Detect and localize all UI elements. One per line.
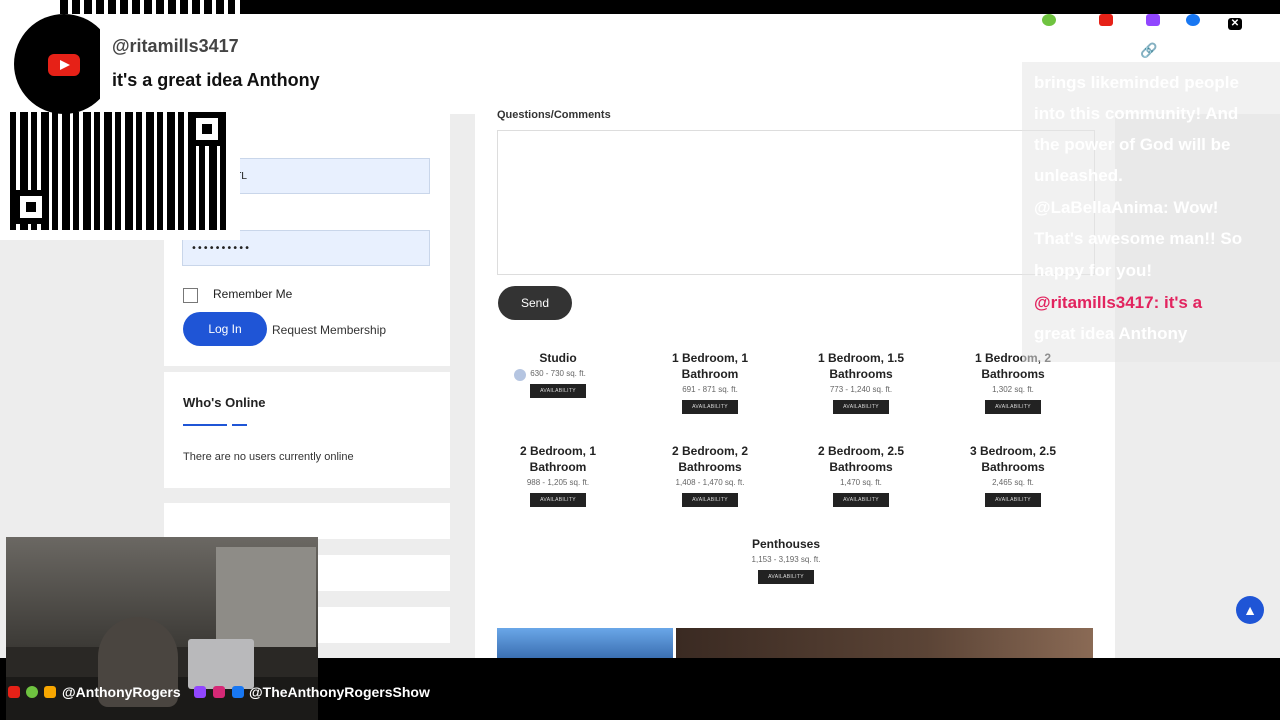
twitch-stat: 1 bbox=[1146, 12, 1171, 28]
unit-size: 773 - 1,240 sq. ft. bbox=[829, 385, 893, 394]
youtube-stat: 2 bbox=[1099, 12, 1124, 28]
unit-size: 2,465 sq. ft. bbox=[992, 478, 1034, 487]
availability-button[interactable]: AVAILABILITY bbox=[758, 570, 814, 584]
chat-line: into this community! And bbox=[1034, 104, 1239, 123]
title-underline-accent bbox=[232, 424, 247, 426]
chat-line: @LaBellaAnima: Wow! bbox=[1034, 198, 1219, 217]
chat-line: great idea Anthony bbox=[1034, 324, 1188, 343]
whos-online-title: Who's Online bbox=[183, 395, 266, 410]
unit-penthouses: Penthouses 1,153 - 3,193 sq. ft. AVAILAB… bbox=[711, 536, 861, 584]
send-button[interactable]: Send bbox=[498, 286, 572, 320]
handle-right: @TheAnthonyRogersShow bbox=[249, 684, 430, 700]
availability-button[interactable]: AVAILABILITY bbox=[985, 400, 1041, 414]
rumble-icon bbox=[1042, 14, 1056, 26]
twitch-icon bbox=[1146, 14, 1160, 26]
whos-online-text: There are no users currently online bbox=[183, 451, 354, 463]
facebook-stat: 1 bbox=[1186, 12, 1211, 28]
availability-button[interactable]: AVAILABILITY bbox=[682, 493, 738, 507]
mouse-cursor bbox=[514, 369, 526, 381]
rumble-stat: 64 bbox=[1042, 12, 1075, 28]
unit-size: 1,302 sq. ft. bbox=[992, 385, 1034, 394]
unit-name: 2 Bedroom, 2 Bathrooms bbox=[671, 444, 749, 474]
unit-name: Penthouses bbox=[751, 537, 820, 551]
unit-1bed-1-5bath: 1 Bedroom, 1.5 Bathrooms 773 - 1,240 sq.… bbox=[786, 350, 936, 414]
laptop bbox=[188, 639, 254, 689]
chat-line: happy for you! bbox=[1034, 261, 1153, 280]
title-underline bbox=[183, 424, 227, 426]
unit-size: 1,153 - 3,193 sq. ft. bbox=[751, 555, 821, 564]
unit-2bed-1bath: 2 Bedroom, 1 Bathroom 988 - 1,205 sq. ft… bbox=[483, 443, 633, 507]
twitch-icon bbox=[194, 686, 206, 698]
chat-line: brings likeminded people bbox=[1034, 73, 1239, 92]
kick-icon bbox=[44, 686, 56, 698]
questions-textarea[interactable] bbox=[497, 130, 1095, 275]
unit-size: 1,408 - 1,470 sq. ft. bbox=[675, 478, 745, 487]
unit-size: 1,470 sq. ft. bbox=[840, 478, 882, 487]
building-photo bbox=[497, 628, 673, 658]
availability-button[interactable]: AVAILABILITY bbox=[985, 493, 1041, 507]
chat-line-highlight: @ritamills3417: it's a bbox=[1034, 293, 1203, 312]
unit-name: Studio bbox=[539, 351, 577, 365]
instagram-icon bbox=[213, 686, 225, 698]
unit-2bed-2-5bath: 2 Bedroom, 2.5 Bathrooms 1,470 sq. ft. A… bbox=[786, 443, 936, 507]
request-membership-link[interactable]: Request Membership bbox=[272, 323, 386, 337]
chat-popup-username: @ritamills3417 bbox=[112, 36, 239, 56]
unit-name: 1 Bedroom, 1.5 Bathrooms bbox=[817, 351, 905, 381]
link-stat: 🔗 0 bbox=[1140, 42, 1170, 58]
questions-label: Questions/Comments bbox=[497, 109, 611, 121]
unit-studio: Studio 630 - 730 sq. ft. AVAILABILITY bbox=[483, 350, 633, 398]
chat-line: the power of God will be bbox=[1034, 135, 1231, 154]
youtube-icon bbox=[1099, 14, 1113, 26]
unit-size: 988 - 1,205 sq. ft. bbox=[526, 478, 590, 487]
remember-me-checkbox[interactable] bbox=[183, 288, 198, 303]
unit-size: 630 - 730 sq. ft. bbox=[530, 369, 586, 378]
unit-name: 2 Bedroom, 1 Bathroom bbox=[519, 444, 597, 474]
qr-finder-pattern bbox=[190, 112, 224, 146]
availability-button[interactable]: AVAILABILITY bbox=[530, 384, 586, 398]
gallery-strip bbox=[497, 628, 1093, 658]
availability-button[interactable]: AVAILABILITY bbox=[833, 400, 889, 414]
chat-line: unleashed. bbox=[1034, 166, 1123, 185]
x-icon: ✕ bbox=[1228, 18, 1242, 30]
remember-me-label: Remember Me bbox=[213, 287, 293, 301]
x-stat: ✕ 4 bbox=[1228, 12, 1253, 30]
rumble-icon bbox=[26, 686, 38, 698]
availability-button[interactable]: AVAILABILITY bbox=[682, 400, 738, 414]
unit-name: 2 Bedroom, 2.5 Bathrooms bbox=[817, 444, 905, 474]
unit-name: 3 Bedroom, 2.5 Bathrooms bbox=[969, 444, 1057, 474]
youtube-icon bbox=[48, 54, 80, 76]
qr-code-top bbox=[60, 0, 235, 14]
chat-line: That's awesome man!! So bbox=[1034, 229, 1243, 248]
scroll-to-top-button[interactable]: ▲ bbox=[1236, 596, 1264, 624]
handle-left: @AnthonyRogers bbox=[62, 684, 181, 700]
unit-1bed-1bath: 1 Bedroom, 1 Bathroom 691 - 871 sq. ft. … bbox=[635, 350, 785, 414]
whos-online-card bbox=[164, 372, 450, 488]
unit-size: 691 - 871 sq. ft. bbox=[682, 385, 738, 394]
webcam-window bbox=[216, 547, 316, 647]
facebook-icon bbox=[232, 686, 244, 698]
qr-finder-pattern bbox=[14, 190, 48, 224]
link-icon: 🔗 bbox=[1140, 42, 1158, 58]
chat-popup-message: it's a great idea Anthony bbox=[112, 70, 320, 90]
availability-button[interactable]: AVAILABILITY bbox=[833, 493, 889, 507]
facebook-icon bbox=[1186, 14, 1200, 26]
unit-2bed-2bath: 2 Bedroom, 2 Bathrooms 1,408 - 1,470 sq.… bbox=[635, 443, 785, 507]
availability-button[interactable]: AVAILABILITY bbox=[530, 493, 586, 507]
sidebar-card bbox=[164, 503, 450, 539]
youtube-icon bbox=[8, 686, 20, 698]
unit-3bed-2-5bath: 3 Bedroom, 2.5 Bathrooms 2,465 sq. ft. A… bbox=[938, 443, 1088, 507]
unit-name: 1 Bedroom, 1 Bathroom bbox=[671, 351, 749, 381]
interior-photo bbox=[676, 628, 1093, 658]
login-button[interactable]: Log In bbox=[183, 312, 267, 346]
